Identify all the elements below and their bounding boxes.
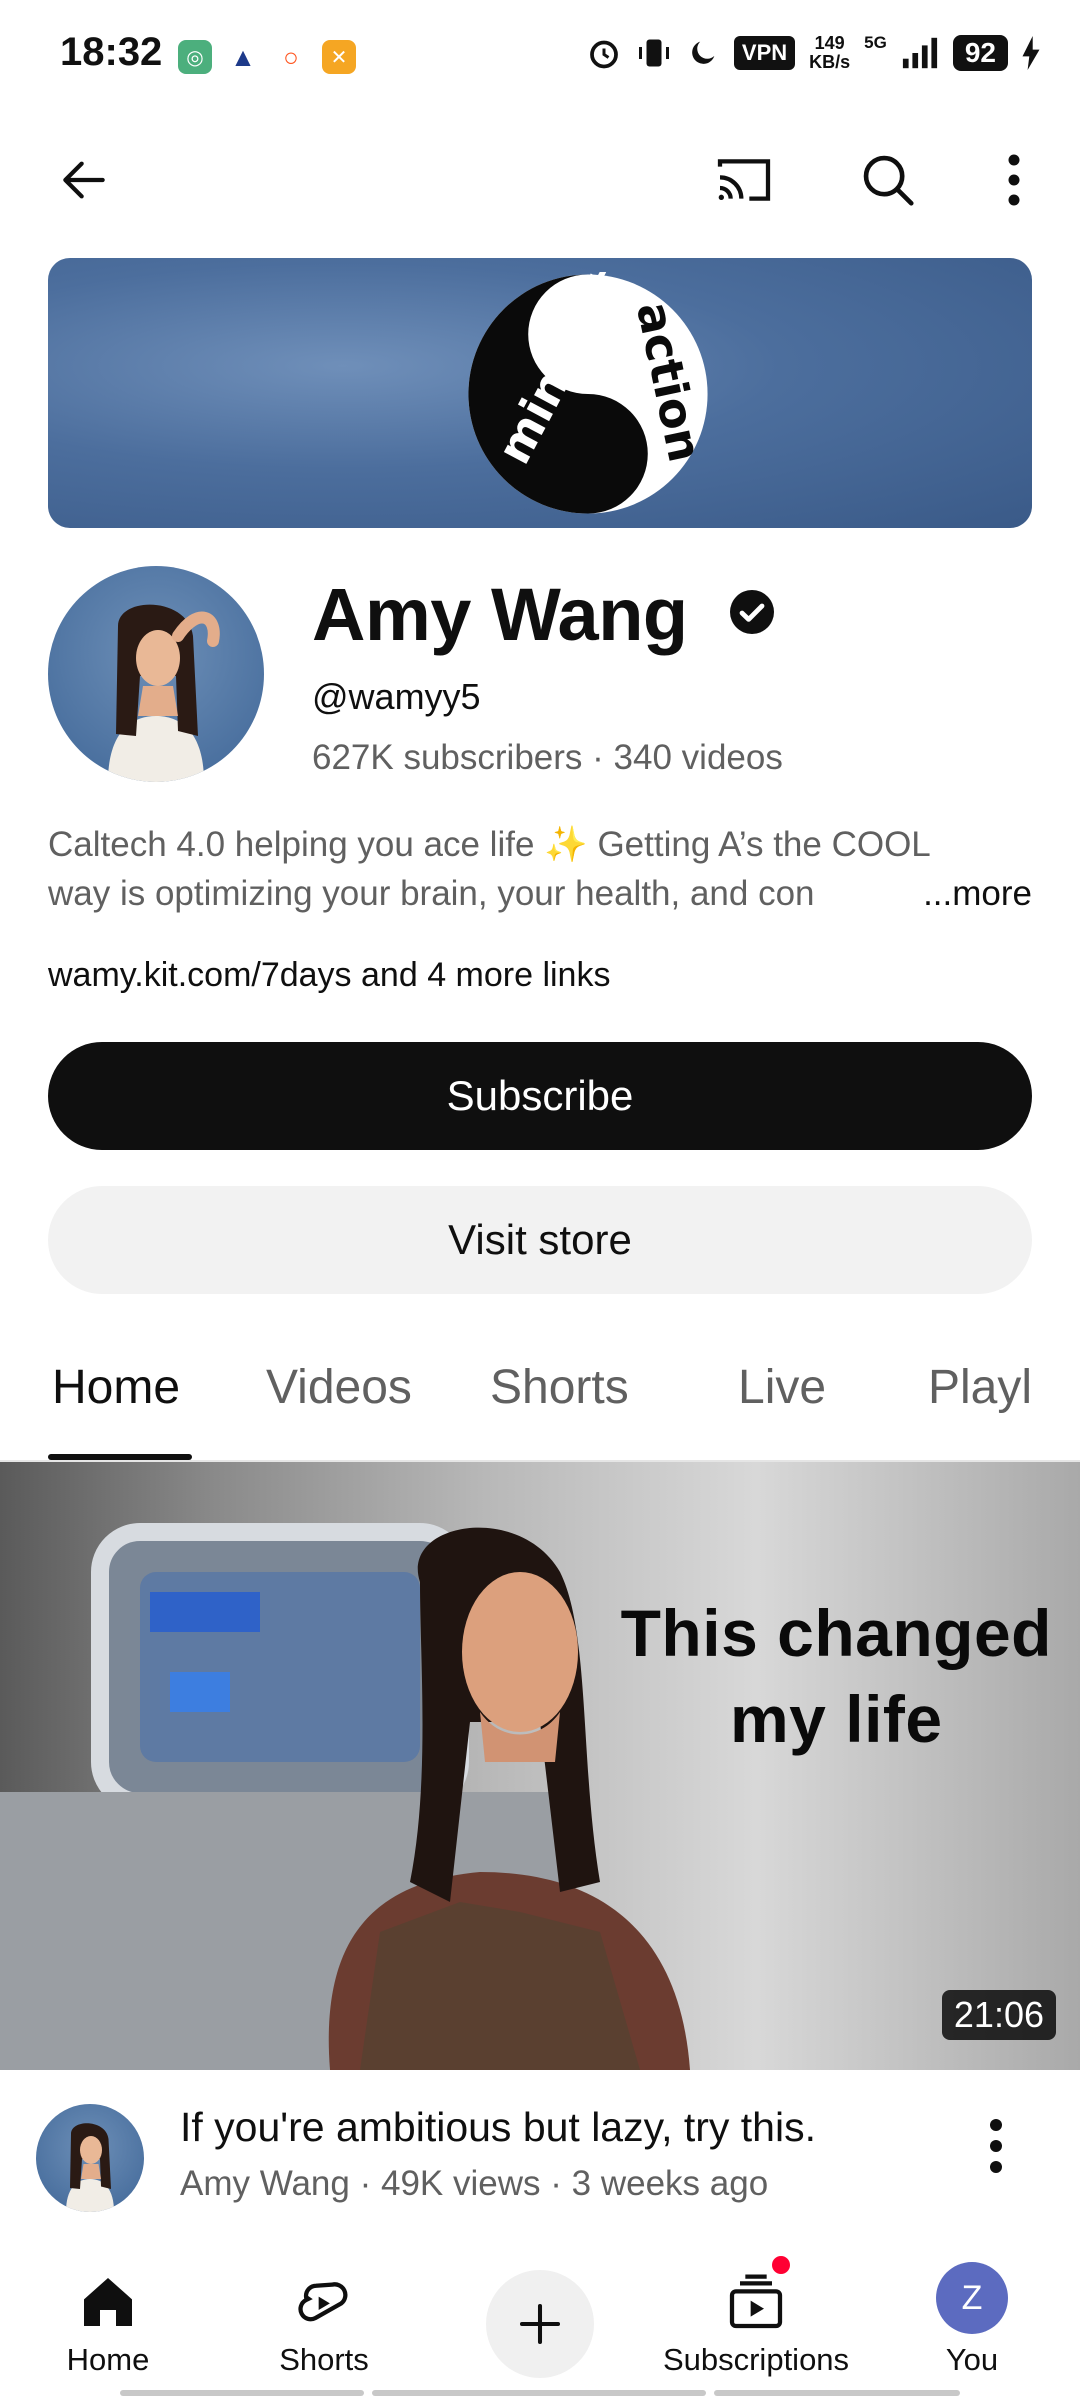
gesture-bar-segment [120,2390,364,2396]
tab-shorts[interactable]: Shorts [490,1360,629,1415]
verified-badge-icon [730,590,774,634]
author-avatar-photo [66,2123,114,2212]
separator-dot: · [359,2164,381,2203]
circle-app-icon: ○ [274,40,308,74]
notification-dot [770,2254,792,2276]
channel-stats: 627K subscribers · 340 videos [312,738,783,778]
video-age: 3 weeks ago [571,2164,769,2203]
separator-dot: · [550,2164,572,2203]
channel-name: Amy Wang [312,573,688,656]
cast-button[interactable] [704,140,784,220]
shorts-icon [298,2282,348,2322]
nav-home-label: Home [66,2342,150,2377]
home-icon [84,2278,132,2326]
nav-shorts[interactable]: Shorts [224,2236,424,2386]
battery-level: 92 [952,35,1008,71]
video-info: Amy Wang · 49K views · 3 weeks ago [180,2164,768,2204]
thumbnail-caption-line-1: This changed [620,1596,1052,1670]
signal-icon [902,37,937,69]
back-button[interactable] [44,140,124,220]
subscribe-button[interactable]: Subscribe [48,1042,1032,1150]
primary-link[interactable]: wamy.kit.com/7days [48,956,352,994]
status-icons: VPN 149 KB/s 5G 92 [586,33,1040,72]
speed-value: 149 [814,33,845,53]
tab-live[interactable]: Live [738,1360,826,1415]
subscriber-count: 627K subscribers [312,738,583,777]
notification-icons: ◎ ▲ ○ ✕ [178,40,356,74]
tools-app-icon: ✕ [322,40,356,74]
charging-icon [1022,36,1040,70]
tab-playlists[interactable]: Playl [928,1360,1032,1415]
video-thumbnail[interactable]: This changed my life 21:06 [0,1462,1080,2070]
bottom-navigation: Home Shorts Subscriptions Z You [0,2236,1080,2400]
top-app-bar [0,140,1080,230]
cast-icon [717,159,771,201]
more-links[interactable]: and 4 more links [361,956,610,994]
cat-app-icon: ▲ [226,40,260,74]
channel-description[interactable]: Caltech 4.0 helping you ace life ✨ Getti… [48,820,1032,918]
video-views: 49K views [380,2164,541,2203]
channel-links[interactable]: wamy.kit.com/7days and 4 more links [48,956,610,995]
arrow-left-icon [63,161,105,199]
video-duration: 21:06 [941,1990,1056,2040]
video-author-avatar[interactable] [36,2104,144,2212]
video-author: Amy Wang [180,2164,350,2203]
network-speed: 149 KB/s [809,34,850,72]
thumbnail-caption-line-2: my life [730,1682,943,1756]
tab-videos[interactable]: Videos [266,1360,412,1415]
status-bar: 18:32 ◎ ▲ ○ ✕ VPN 149 KB/s 5G 92 [0,0,1080,112]
you-avatar: Z [936,2262,1008,2334]
separator-dot: · [592,738,614,777]
thumbnail-scene [0,1523,690,2070]
tab-home[interactable]: Home [52,1360,180,1415]
nav-home[interactable]: Home [8,2236,208,2386]
network-type: 5G [864,33,887,52]
channel-avatar[interactable] [48,566,264,782]
channel-tabs: Home Videos Shorts Live Playl [0,1320,1080,1460]
video-title[interactable]: If you're ambitious but lazy, try this. [180,2104,816,2151]
channel-handle: @wamyy5 [312,676,481,717]
more-vertical-icon [1008,154,1020,206]
speed-unit: KB/s [809,52,851,72]
nav-subscriptions-label: Subscriptions [662,2342,850,2377]
video-meta[interactable]: If you're ambitious but lazy, try this. … [0,2098,1080,2218]
channel-banner: mindset action [48,258,1032,528]
gesture-bar-segment [714,2390,960,2396]
alarm-icon [590,40,618,69]
search-button[interactable] [848,140,928,220]
vpn-badge: VPN [733,36,796,70]
status-time: 18:32 [60,30,163,74]
yin-yang-logo: mindset action [468,272,710,514]
do-not-disturb-moon-icon [692,41,715,64]
thumbnail-caption: This changed my life [621,1590,1052,1762]
app-notification-icon: ◎ [178,40,212,74]
nav-you[interactable]: Z You [872,2236,1072,2386]
more-options-button[interactable] [974,140,1054,220]
vibrate-icon [638,39,669,67]
plus-icon [519,2303,561,2345]
more-link[interactable]: ...more [863,869,1032,918]
nav-subscriptions[interactable]: Subscriptions [656,2236,856,2386]
visit-store-button[interactable]: Visit store [48,1186,1032,1294]
gesture-bar-segment [372,2390,706,2396]
nav-you-label: You [945,2342,999,2377]
subscriptions-icon [729,2274,783,2329]
video-more-icon[interactable] [968,2110,1024,2182]
avatar-photo [108,604,220,782]
description-line-1: Caltech 4.0 helping you ace life ✨ Getti… [48,825,931,864]
create-button[interactable] [486,2270,594,2378]
nav-shorts-label: Shorts [279,2342,369,2377]
video-count: 340 videos [613,738,783,777]
search-icon [863,155,914,206]
